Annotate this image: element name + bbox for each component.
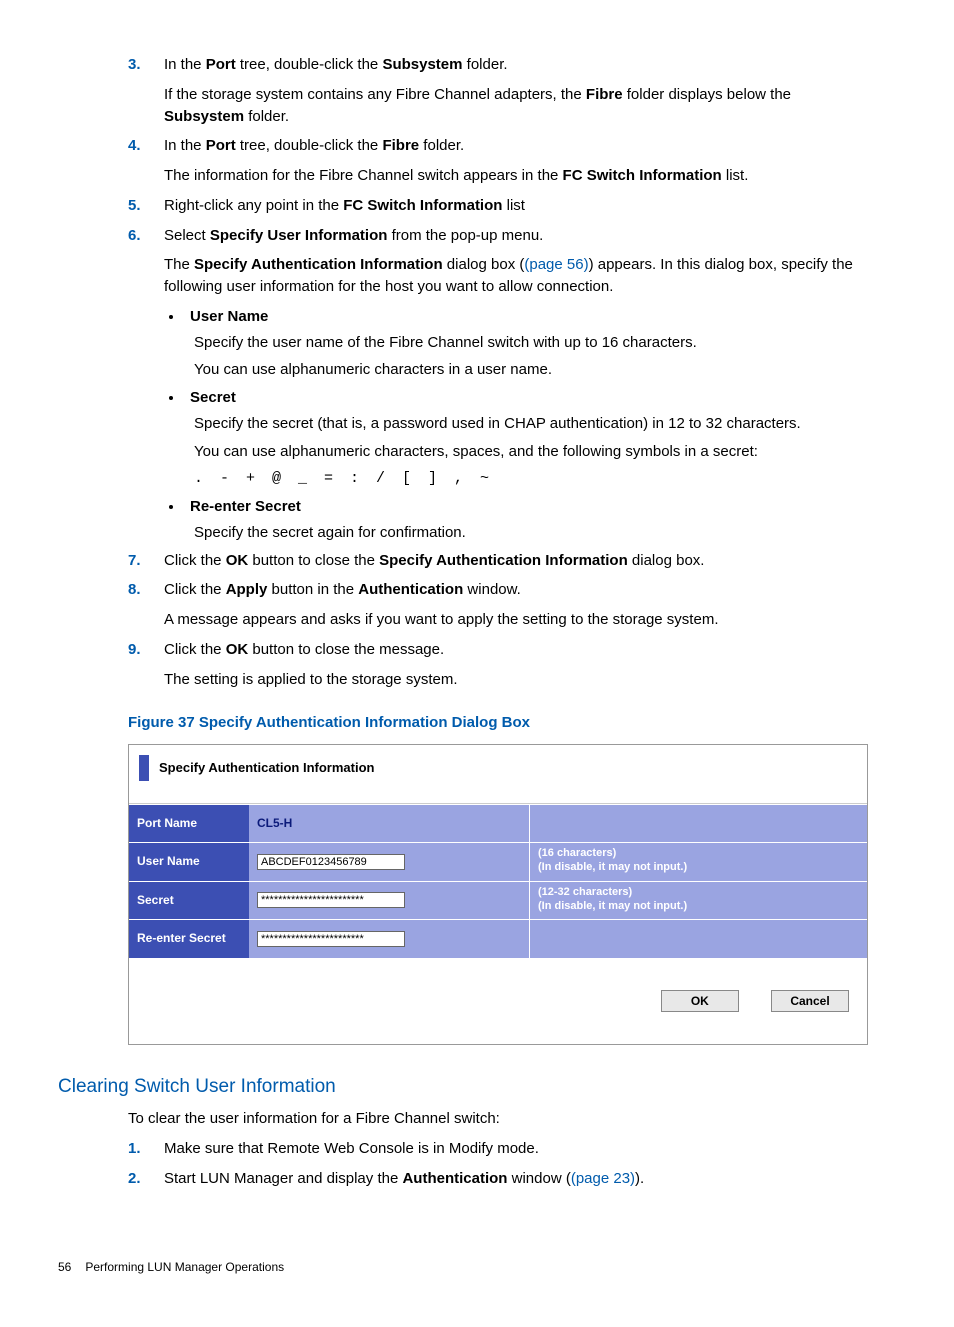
bullet-item: User Name Specify the user name of the Fi… — [184, 306, 868, 381]
dialog-button-row: OK Cancel — [129, 958, 867, 1044]
page-number: 56 — [58, 1259, 71, 1276]
dialog-hint: (12-32 characters)(In disable, it may no… — [529, 882, 867, 919]
page-footer: 56 Performing LUN Manager Operations — [58, 1259, 868, 1276]
step-item: Start LUN Manager and display the Authen… — [128, 1168, 868, 1190]
step-item: Select Specify User Information from the… — [128, 225, 868, 298]
step-followup: The information for the Fibre Channel sw… — [164, 165, 868, 187]
dialog-title-text: Specify Authentication Information — [159, 759, 374, 778]
dialog-row-label: Re-enter Secret — [129, 920, 249, 957]
step-followup: The Specify Authentication Information d… — [164, 254, 868, 298]
step-item: Click the OK button to close the Specify… — [128, 550, 868, 572]
dialog-input-secret[interactable] — [257, 892, 405, 908]
page-footer-title: Performing LUN Manager Operations — [85, 1259, 284, 1276]
step-item: Make sure that Remote Web Console is in … — [128, 1138, 868, 1160]
bullet-paragraph: Specify the secret again for confirmatio… — [194, 522, 868, 544]
figure-caption: Figure 37 Specify Authentication Informa… — [128, 712, 868, 734]
step-followup: The setting is applied to the storage sy… — [164, 669, 868, 691]
step-text: In the Port tree, double-click the Fibre… — [164, 135, 868, 157]
dialog-row: User Name (16 characters)(In disable, it … — [129, 842, 867, 880]
step-item: In the Port tree, double-click the Subsy… — [128, 54, 868, 127]
step-text: In the Port tree, double-click the Subsy… — [164, 54, 868, 76]
step-text: Click the OK button to close the Specify… — [164, 550, 868, 572]
dialog-static-value: CL5-H — [257, 815, 292, 832]
step-item: Click the OK button to close the message… — [128, 639, 868, 691]
specify-auth-dialog: Specify Authentication Information Port … — [128, 744, 868, 1045]
dialog-field-cell: CL5-H — [249, 805, 529, 842]
bullet-item: Re-enter Secret Specify the secret again … — [184, 496, 868, 544]
bullet-title: Secret — [190, 387, 868, 409]
section-lead: To clear the user information for a Fibr… — [128, 1108, 868, 1130]
step-followup: A message appears and asks if you want t… — [164, 609, 868, 631]
symbol-list: . - + @ _ = : / [ ] , ~ — [194, 468, 868, 490]
dialog-row: Port Name CL5-H — [129, 804, 867, 842]
step-text: Right-click any point in the FC Switch I… — [164, 195, 868, 217]
dialog-hint: (16 characters)(In disable, it may not i… — [529, 843, 867, 880]
bullet-list-user-info: User Name Specify the user name of the Fi… — [184, 306, 868, 544]
ordered-steps-lower: Click the OK button to close the Specify… — [128, 550, 868, 691]
dialog-input-user-name[interactable] — [257, 854, 405, 870]
dialog-hint — [529, 920, 867, 957]
dialog-row: Re-enter Secret — [129, 919, 867, 957]
cancel-button[interactable]: Cancel — [771, 990, 849, 1012]
dialog-row-label: Secret — [129, 882, 249, 919]
step-item: Click the Apply button in the Authentica… — [128, 579, 868, 631]
bullet-paragraph: Specify the secret (that is, a password … — [194, 413, 868, 435]
dialog-field-cell — [249, 843, 529, 880]
dialog-row-label: Port Name — [129, 805, 249, 842]
dialog-hint — [529, 805, 867, 842]
ok-button[interactable]: OK — [661, 990, 739, 1012]
step-text: Select Specify User Information from the… — [164, 225, 868, 247]
step-text: Click the Apply button in the Authentica… — [164, 579, 868, 601]
step-text: Start LUN Manager and display the Authen… — [164, 1168, 868, 1190]
dialog-field-cell — [249, 920, 529, 957]
dialog-title-bar: Specify Authentication Information — [129, 745, 867, 804]
dialog-title-accent — [139, 755, 149, 781]
step-followup: If the storage system contains any Fibre… — [164, 84, 868, 128]
dialog-input-re-enter-secret[interactable] — [257, 931, 405, 947]
step-text: Make sure that Remote Web Console is in … — [164, 1138, 868, 1160]
bullet-paragraph: You can use alphanumeric characters, spa… — [194, 441, 868, 463]
bullet-paragraph: You can use alphanumeric characters in a… — [194, 359, 868, 381]
dialog-field-cell — [249, 882, 529, 919]
ordered-steps-upper: In the Port tree, double-click the Subsy… — [128, 54, 868, 298]
section-heading: Clearing Switch User Information — [58, 1073, 868, 1101]
step-text: Click the OK button to close the message… — [164, 639, 868, 661]
dialog-row: Secret (12-32 characters)(In disable, it … — [129, 881, 867, 919]
step-item: Right-click any point in the FC Switch I… — [128, 195, 868, 217]
ordered-steps-clearing: Make sure that Remote Web Console is in … — [128, 1138, 868, 1190]
bullet-title: User Name — [190, 306, 868, 328]
dialog-row-label: User Name — [129, 843, 249, 880]
bullet-item: Secret Specify the secret (that is, a pas… — [184, 387, 868, 490]
bullet-title: Re-enter Secret — [190, 496, 868, 518]
bullet-paragraph: Specify the user name of the Fibre Chann… — [194, 332, 868, 354]
step-item: In the Port tree, double-click the Fibre… — [128, 135, 868, 187]
